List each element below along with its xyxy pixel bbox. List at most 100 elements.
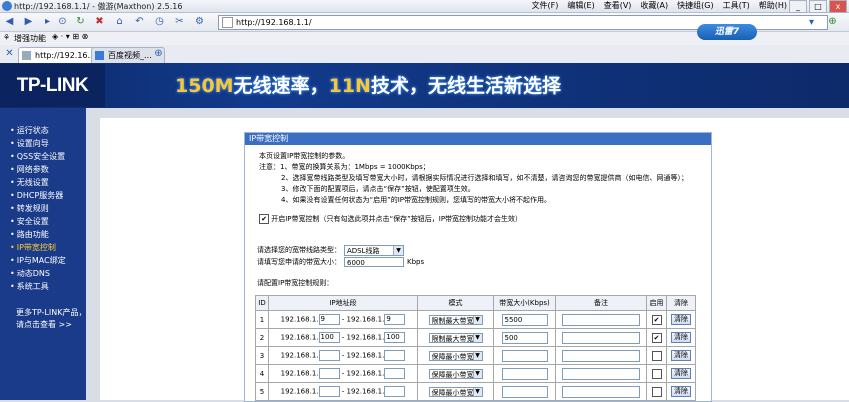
note-input[interactable] [562, 313, 640, 326]
row-id: 3 [255, 346, 269, 365]
ip-end-input[interactable] [384, 386, 406, 397]
history-icon[interactable]: ◷ [153, 15, 166, 28]
menu-groups[interactable]: 快捷组(G) [677, 0, 713, 12]
close-tab-icon[interactable]: ✖ [93, 15, 106, 28]
ip-end-input[interactable] [384, 368, 406, 379]
back-icon[interactable]: ◀ [3, 15, 16, 28]
mode-cell: 限制最大带宽 ▼ [417, 310, 494, 329]
minimize-button[interactable]: _ [789, 0, 807, 13]
sidebar-item-network[interactable]: 网络参数 [10, 163, 86, 176]
sidebar-item-system[interactable]: 系统工具 [10, 280, 86, 293]
row-enable-checkbox[interactable] [651, 386, 662, 397]
bandwidth-value-input[interactable] [501, 349, 548, 362]
menu-file[interactable]: 文件(F) [532, 0, 559, 12]
menu-help[interactable]: 帮助(H) [759, 0, 787, 12]
bandwidth-value-input[interactable] [501, 385, 548, 398]
note-cell [555, 382, 647, 401]
row-enable-checkbox[interactable] [651, 368, 662, 379]
undo-icon[interactable]: ↶ [133, 15, 146, 28]
maxthon-app-icon [2, 1, 12, 11]
bandwidth-unit: Kbps [407, 258, 425, 266]
sidebar-item-qss[interactable]: QSS安全设置 [10, 150, 86, 163]
mode-select[interactable]: 保障最小带宽 ▼ [428, 350, 483, 361]
address-dropdown-icon[interactable]: ▾ [805, 16, 818, 29]
clear-button[interactable]: 清除 [671, 314, 691, 325]
close-button[interactable]: x [829, 0, 847, 13]
menu-edit[interactable]: 编辑(E) [567, 0, 594, 12]
favorites-tools-icons[interactable]: ◈ · ▾ ⊞ ⊗ [52, 32, 88, 41]
enable-checkbox[interactable]: ✔ [259, 214, 269, 224]
ip-end-input[interactable] [384, 350, 406, 361]
sidebar-item-routing[interactable]: 路由功能 [10, 228, 86, 241]
sidebar-item-status[interactable]: 运行状态 [10, 124, 86, 137]
clear-button[interactable]: 清除 [671, 386, 691, 397]
mode-select[interactable]: 保障最小带宽 ▼ [428, 368, 483, 379]
more-products-link[interactable]: 更多TP-LINK产品， 请点击查看 >> [16, 307, 86, 331]
home-icon[interactable]: ⌂ [113, 15, 126, 28]
note-3: 3、修改下面的配置项后，请点击“保存”按钮，使配置项生效。 [281, 185, 475, 193]
clear-button[interactable]: 清除 [671, 350, 691, 361]
bandwidth-value-input[interactable]: 500 [501, 331, 548, 344]
stop-icon[interactable]: ⊙ [56, 15, 69, 28]
ip-start-input[interactable]: 100 [318, 332, 340, 343]
ip-start-input[interactable] [318, 350, 340, 361]
mode-select[interactable]: 限制最大带宽 ▼ [428, 314, 483, 325]
row-enable-checkbox[interactable] [651, 350, 662, 361]
sidebar-item-dhcp[interactable]: DHCP服务器 [10, 189, 86, 202]
menu-tools[interactable]: 工具(T) [723, 0, 750, 12]
chevron-down-icon: ▼ [472, 369, 482, 378]
new-tab-icon[interactable]: ⊕ [152, 47, 165, 60]
tab-router-label: http://192.16... [35, 51, 96, 60]
xunlei-button[interactable]: 迅雷7 [697, 24, 757, 40]
go-icon[interactable]: ⊕ [826, 15, 839, 28]
enable-cell: ✔ [646, 328, 667, 347]
enable-cell: ✔ [646, 310, 667, 329]
mode-select[interactable]: 保障最小带宽 ▼ [428, 386, 483, 397]
clear-button[interactable]: 清除 [671, 368, 691, 379]
bandwidth-input[interactable]: 6000 [344, 257, 404, 267]
ip-start-input[interactable] [318, 368, 340, 379]
ip-end-input[interactable]: 100 [384, 332, 406, 343]
note-input[interactable] [562, 367, 640, 380]
row-enable-checkbox[interactable]: ✔ [651, 314, 662, 325]
line-type-select[interactable]: ADSL线路 ▼ [344, 245, 404, 256]
sidebar-item-ddns[interactable]: 动态DNS [10, 267, 86, 280]
bandwidth-value-input[interactable] [501, 367, 548, 380]
enable-row: ✔ 开启IP带宽控制（只有勾选此项并点击“保存”按钮后，IP带宽控制功能才会生效… [259, 214, 522, 225]
tab-router[interactable]: http://192.16... [18, 47, 98, 63]
forward-icon[interactable]: ▶ [22, 15, 35, 28]
close-icon[interactable]: ✕ [3, 47, 16, 60]
sidebar-item-ip-mac[interactable]: IP与MAC绑定 [10, 254, 86, 267]
ip-start-input[interactable] [318, 386, 340, 397]
sidebar-item-bandwidth[interactable]: IP带宽控制 [10, 241, 86, 254]
col-note: 备注 [555, 295, 647, 311]
sidebar-item-security[interactable]: 安全设置 [10, 215, 86, 228]
ip-start-input[interactable]: 9 [318, 314, 340, 325]
tab-bar: ✕ http://192.16... 百度视频_... ⊕ [0, 45, 849, 64]
address-text: http://192.168.1.1/ [236, 18, 312, 27]
tools-icon[interactable]: ⚙ [193, 15, 206, 28]
sidebar-item-wireless[interactable]: 无线设置 [10, 176, 86, 189]
note-input[interactable] [562, 349, 640, 362]
note-input[interactable] [562, 385, 640, 398]
note-cell [555, 328, 647, 347]
row-enable-checkbox[interactable]: ✔ [651, 332, 662, 343]
table-row: 2 192.168.1. 100 - 192.168.1. 100 限制最大带宽 ▼ … [255, 328, 696, 347]
refresh-icon[interactable]: ↻ [74, 15, 87, 28]
note-input[interactable] [562, 331, 640, 344]
ip-end-input[interactable]: 9 [384, 314, 406, 325]
sidebar-item-forwarding[interactable]: 转发规则 [10, 202, 86, 215]
window-title: http://192.168.1.1/ - 傲游(Maxthon) 2.5.16 [14, 2, 183, 11]
screenshot-icon[interactable]: ✂ [173, 15, 186, 28]
menu-view[interactable]: 查看(V) [604, 0, 632, 12]
menu-favorites[interactable]: 收藏(A) [640, 0, 668, 12]
clear-button[interactable]: 清除 [671, 332, 691, 343]
forward-dropdown-icon[interactable]: ▸ [41, 15, 54, 28]
mode-select[interactable]: 限制最大带宽 ▼ [428, 332, 483, 343]
bandwidth-value-input[interactable]: 5500 [501, 313, 548, 326]
banner-slogan: 150M无线速率，11N技术，无线生活新选择 [175, 75, 561, 97]
sidebar-item-wizard[interactable]: 设置向导 [10, 137, 86, 150]
bandwidth-panel: IP带宽控制 本页设置IP带宽控制的参数。 注意：1、带宽的换算关系为：1Mbp… [244, 132, 712, 402]
enhance-features-link[interactable]: 增强功能 [14, 33, 46, 44]
maximize-button[interactable]: □ [809, 0, 827, 13]
